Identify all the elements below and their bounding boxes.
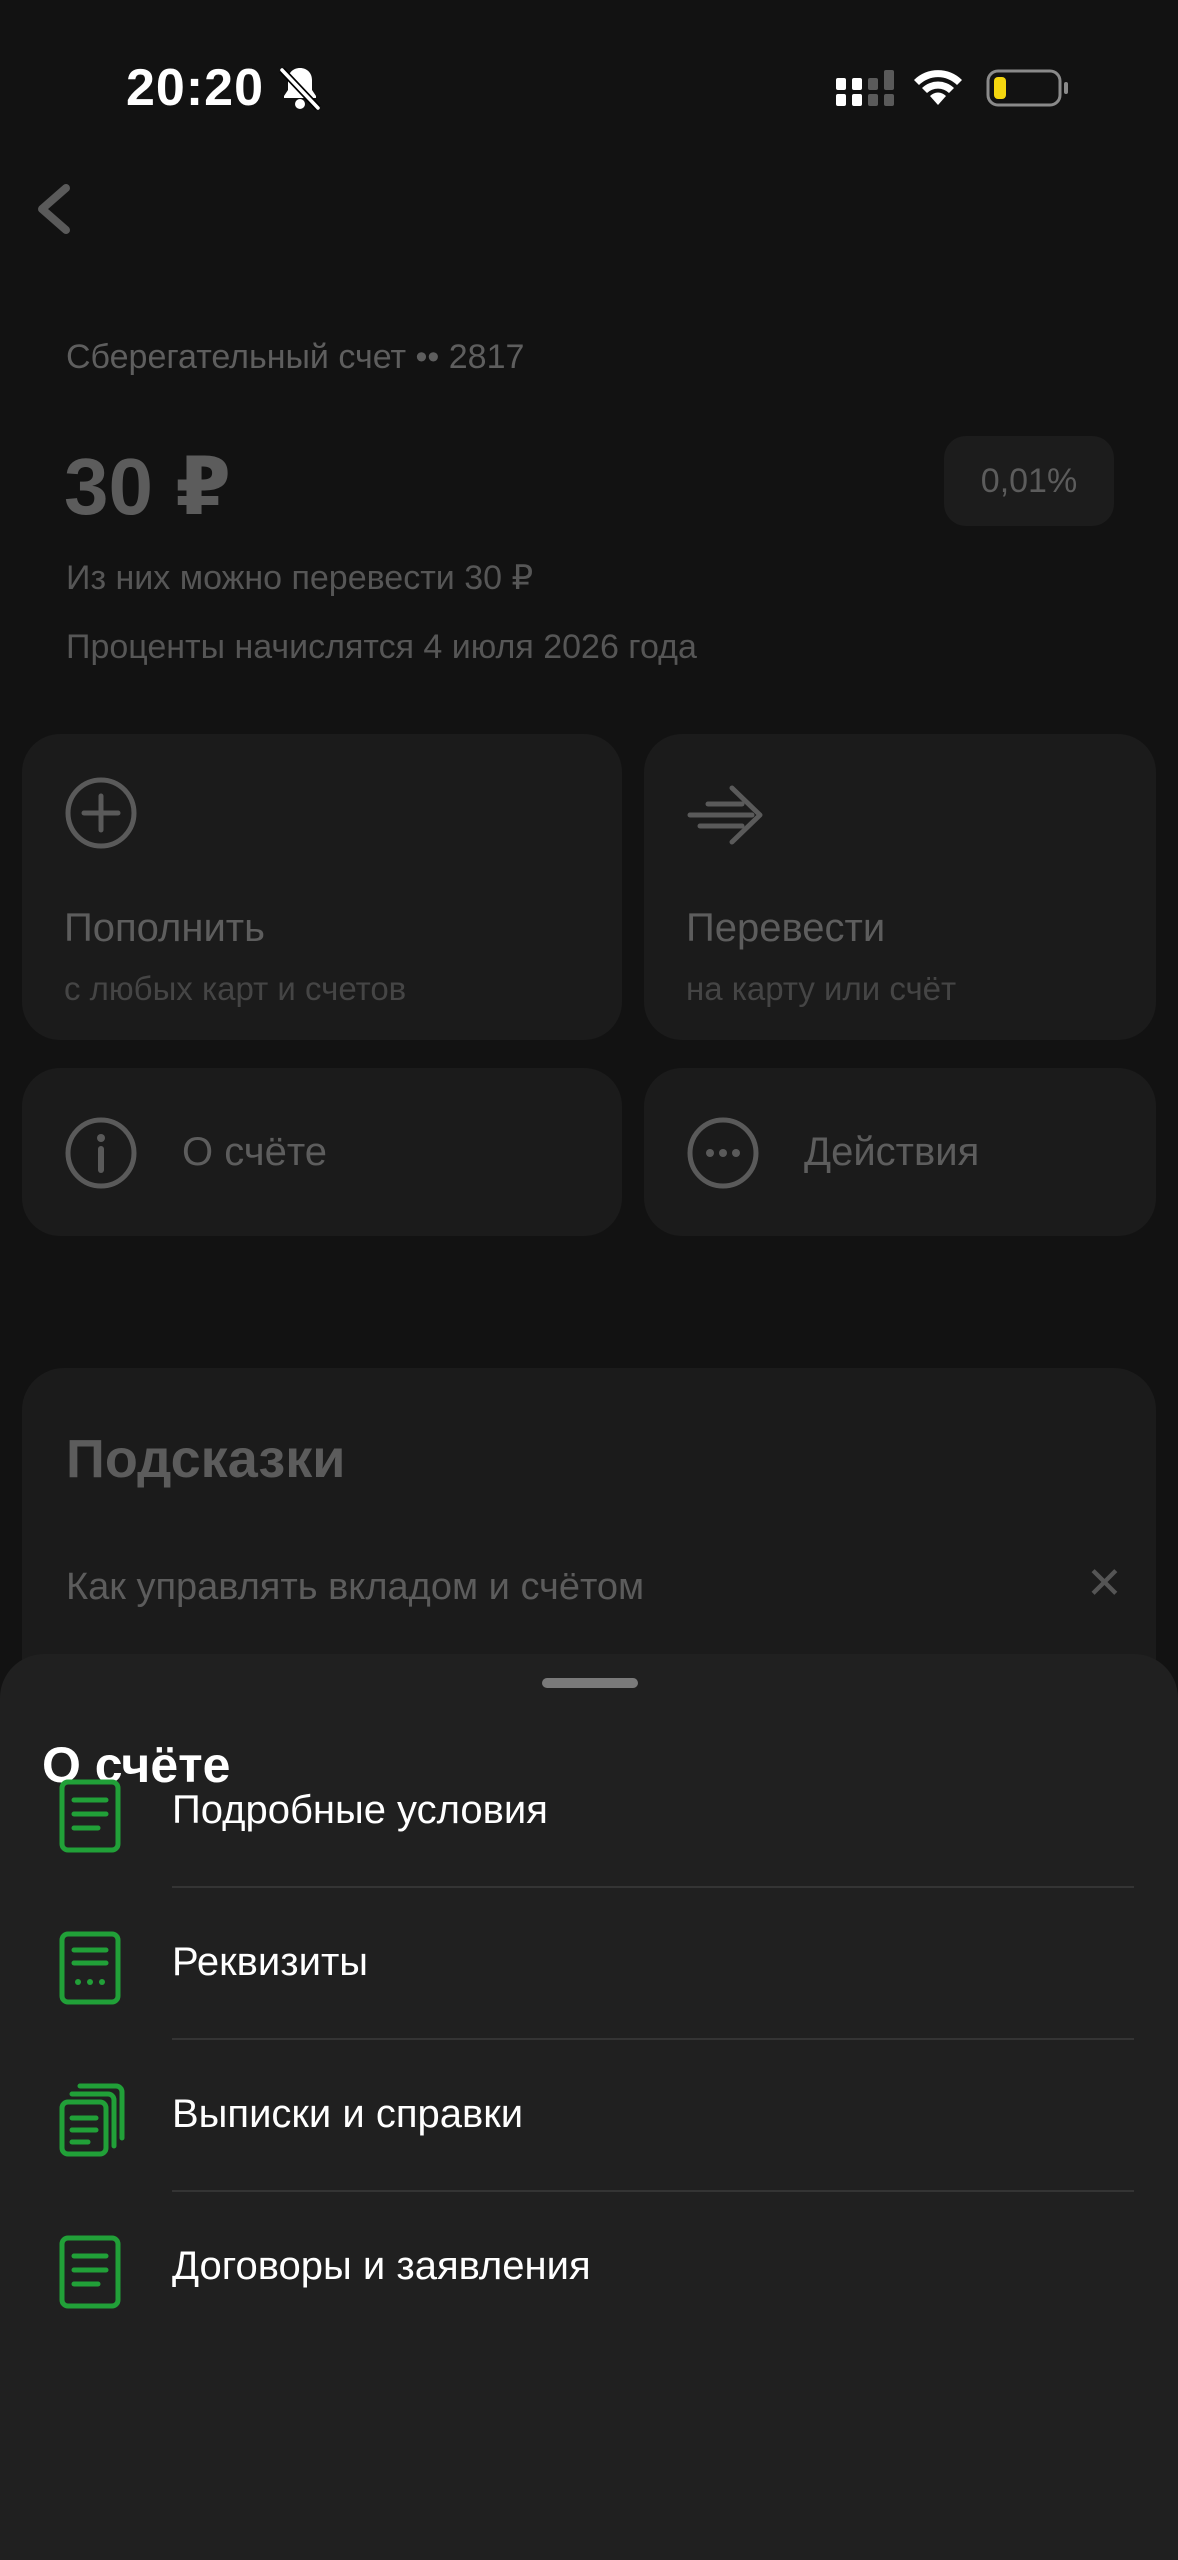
back-arrow-icon[interactable]	[24, 176, 84, 242]
sheet-item-label: Выписки и справки	[172, 2092, 524, 2136]
sheet-item-contracts[interactable]: Договоры и заявления	[0, 2192, 1178, 2344]
interest-date-text: Проценты начислятся 4 июля 2026 года	[66, 628, 697, 666]
tips-title: Подсказки	[66, 1429, 346, 1489]
actions-title: Действия	[804, 1130, 980, 1174]
battery-icon	[986, 69, 1068, 107]
available-amount-text: Из них можно перевести 30 ₽	[66, 559, 534, 597]
sheet-item-label: Подробные условия	[172, 1788, 548, 1832]
tips-item[interactable]: Как управлять вкладом и счётом	[66, 1566, 644, 1609]
sheet-item-conditions[interactable]: Подробные условия	[0, 1736, 1178, 1888]
about-account-card[interactable]: О счёте	[22, 1068, 622, 1236]
plus-circle-icon	[65, 777, 137, 849]
wifi-icon	[914, 70, 962, 105]
interest-rate-badge: 0,01%	[944, 436, 1114, 526]
transfer-subtitle: на карту или счёт	[686, 970, 957, 1007]
transfer-title: Перевести	[686, 906, 886, 950]
sheet-item-label: Договоры и заявления	[172, 2244, 591, 2288]
bell-muted-icon	[279, 67, 321, 111]
document-icon	[59, 1779, 121, 1853]
sheet-item-requisites[interactable]: Реквизиты	[0, 1888, 1178, 2040]
close-icon[interactable]: ✕	[1086, 1562, 1123, 1606]
send-arrow-icon	[687, 785, 763, 845]
status-time: 20:20	[126, 59, 264, 117]
transfer-card[interactable]: Перевести на карту или счёт	[644, 734, 1156, 1040]
account-title: Сберегательный счет •• 2817	[66, 338, 525, 376]
about-account-sheet: О счёте Подробные условия Реквизиты Выпи…	[0, 1654, 1178, 2560]
requisites-icon	[59, 1931, 121, 2005]
actions-card[interactable]: Действия	[644, 1068, 1156, 1236]
topup-card[interactable]: Пополнить с любых карт и счетов	[22, 734, 622, 1040]
cellular-signal-icon	[836, 70, 894, 106]
documents-stack-icon	[59, 2083, 125, 2157]
sheet-item-statements[interactable]: Выписки и справки	[0, 2040, 1178, 2192]
account-balance: 30 ₽	[64, 442, 231, 531]
info-icon	[65, 1117, 137, 1189]
about-account-title: О счёте	[182, 1130, 327, 1174]
document-icon	[59, 2235, 121, 2309]
topup-title: Пополнить	[64, 906, 265, 950]
sheet-item-label: Реквизиты	[172, 1940, 369, 1984]
more-dots-icon	[687, 1117, 759, 1189]
sheet-grabber[interactable]	[542, 1678, 638, 1688]
topup-subtitle: с любых карт и счетов	[64, 970, 407, 1007]
account-screen: 20:20 Сберегательный счет •• 2817 30 ₽ 0…	[0, 0, 1178, 2560]
